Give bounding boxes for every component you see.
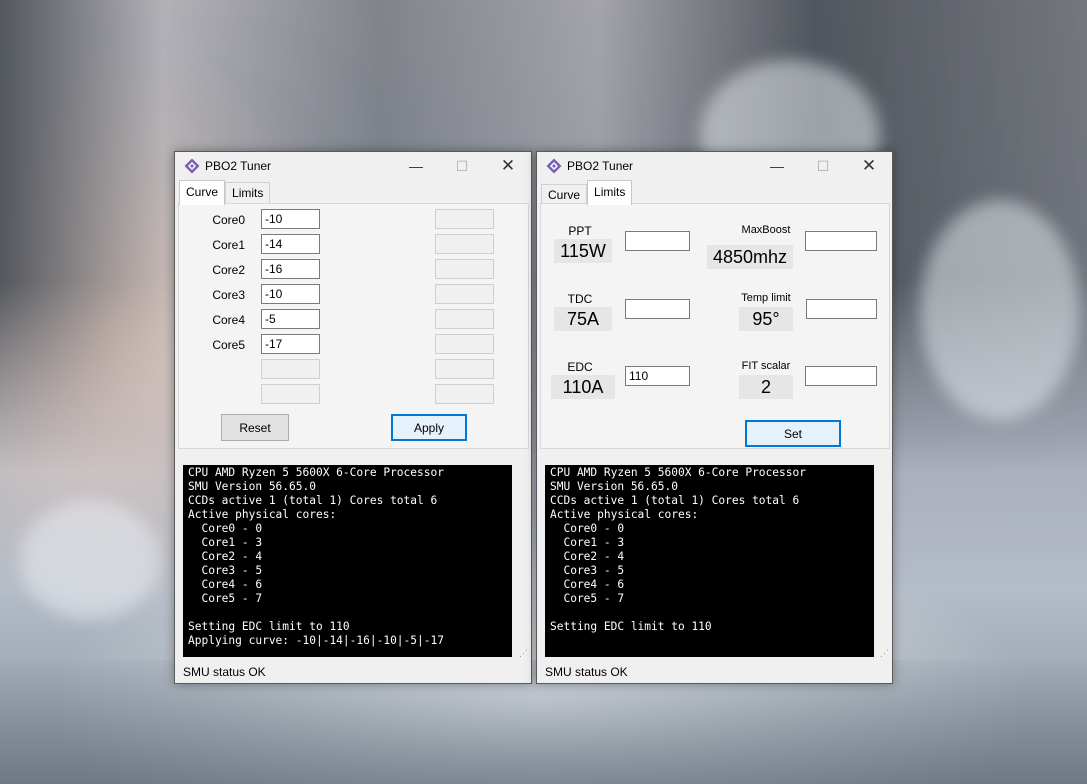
core-label: Core5 [212, 338, 245, 352]
set-button[interactable]: Set [745, 420, 841, 447]
wallpaper-frost [20, 500, 160, 620]
unused-core-input [435, 384, 494, 404]
tdc-input[interactable] [625, 299, 690, 319]
templimit-value: 95° [739, 307, 793, 331]
fitscalar-label: FIT scalar [741, 360, 791, 372]
tdc-value: 75A [554, 307, 612, 331]
core4-offset-input[interactable] [261, 309, 320, 329]
core-label: Core1 [212, 238, 245, 252]
maxboost-label: MaxBoost [741, 224, 791, 236]
console-scrollbar[interactable] [874, 465, 890, 657]
wallpaper-frost [920, 200, 1080, 420]
maxboost-input[interactable] [805, 231, 877, 251]
maximize-icon[interactable]: ☐ [439, 152, 485, 180]
unused-core-input [435, 259, 494, 279]
window-pbo2-limits: PBO2 Tuner — ☐ ✕ Curve Limits PPT 115W T… [536, 151, 893, 684]
edc-value: 110A [551, 375, 615, 399]
console-output[interactable]: CPU AMD Ryzen 5 5600X 6-Core Processor S… [545, 465, 874, 657]
window-title: PBO2 Tuner [567, 159, 634, 173]
limits-panel: PPT 115W TDC 75A EDC 110A MaxBoost 4850m… [540, 203, 890, 449]
unused-core-input [435, 209, 494, 229]
tab-limits[interactable]: Limits [225, 182, 271, 204]
core-label: Core3 [212, 288, 245, 302]
templimit-input[interactable] [806, 299, 877, 319]
core-label: Core0 [212, 213, 245, 227]
apply-button[interactable]: Apply [391, 414, 467, 441]
close-icon[interactable]: ✕ [485, 152, 531, 180]
unused-core-input [435, 359, 494, 379]
core5-offset-input[interactable] [261, 334, 320, 354]
tab-curve[interactable]: Curve [179, 180, 226, 205]
resize-grip-icon[interactable]: ⋰ [880, 648, 889, 659]
edc-label: EDC [567, 360, 593, 374]
tab-strip: Curve Limits [541, 180, 633, 206]
unused-core-input [261, 359, 320, 379]
tab-limits[interactable]: Limits [587, 180, 633, 205]
status-text: SMU status OK [545, 665, 628, 679]
status-text: SMU status OK [183, 665, 266, 679]
diamond-app-icon [184, 158, 200, 174]
unused-core-input [261, 384, 320, 404]
core-label: Core2 [212, 263, 245, 277]
fitscalar-input[interactable] [805, 366, 877, 386]
core3-offset-input[interactable] [261, 284, 320, 304]
window-title: PBO2 Tuner [205, 159, 272, 173]
console-output[interactable]: CPU AMD Ryzen 5 5600X 6-Core Processor S… [183, 465, 512, 657]
tdc-label: TDC [567, 292, 593, 306]
close-icon[interactable]: ✕ [846, 152, 892, 180]
unused-core-input [435, 309, 494, 329]
tab-strip: Curve Limits [179, 180, 271, 205]
unused-core-input [435, 284, 494, 304]
minimize-icon[interactable]: — [393, 152, 439, 180]
minimize-icon[interactable]: — [754, 152, 800, 180]
curve-panel: Core0 Core1 Core2 Core3 Core4 Core5 Rese… [178, 203, 529, 449]
window-pbo2-curve: PBO2 Tuner — ☐ ✕ Curve Limits Core0 Core… [174, 151, 532, 684]
unused-core-input [435, 234, 494, 254]
title-bar[interactable]: PBO2 Tuner — ☐ ✕ [175, 152, 531, 180]
diamond-app-icon [546, 158, 562, 174]
core2-offset-input[interactable] [261, 259, 320, 279]
ppt-value: 115W [554, 239, 612, 263]
resize-grip-icon[interactable]: ⋰ [519, 648, 528, 659]
core0-offset-input[interactable] [261, 209, 320, 229]
reset-button[interactable]: Reset [221, 414, 289, 441]
core1-offset-input[interactable] [261, 234, 320, 254]
title-bar[interactable]: PBO2 Tuner — ☐ ✕ [537, 152, 892, 180]
edc-input[interactable] [625, 366, 690, 386]
ppt-input[interactable] [625, 231, 690, 251]
templimit-label: Temp limit [741, 292, 791, 304]
fitscalar-value: 2 [739, 375, 793, 399]
maximize-icon[interactable]: ☐ [800, 152, 846, 180]
ppt-label: PPT [568, 224, 592, 238]
maxboost-value: 4850mhz [707, 245, 793, 269]
console-scrollbar[interactable] [512, 465, 528, 657]
unused-core-input [435, 334, 494, 354]
core-label: Core4 [212, 313, 245, 327]
